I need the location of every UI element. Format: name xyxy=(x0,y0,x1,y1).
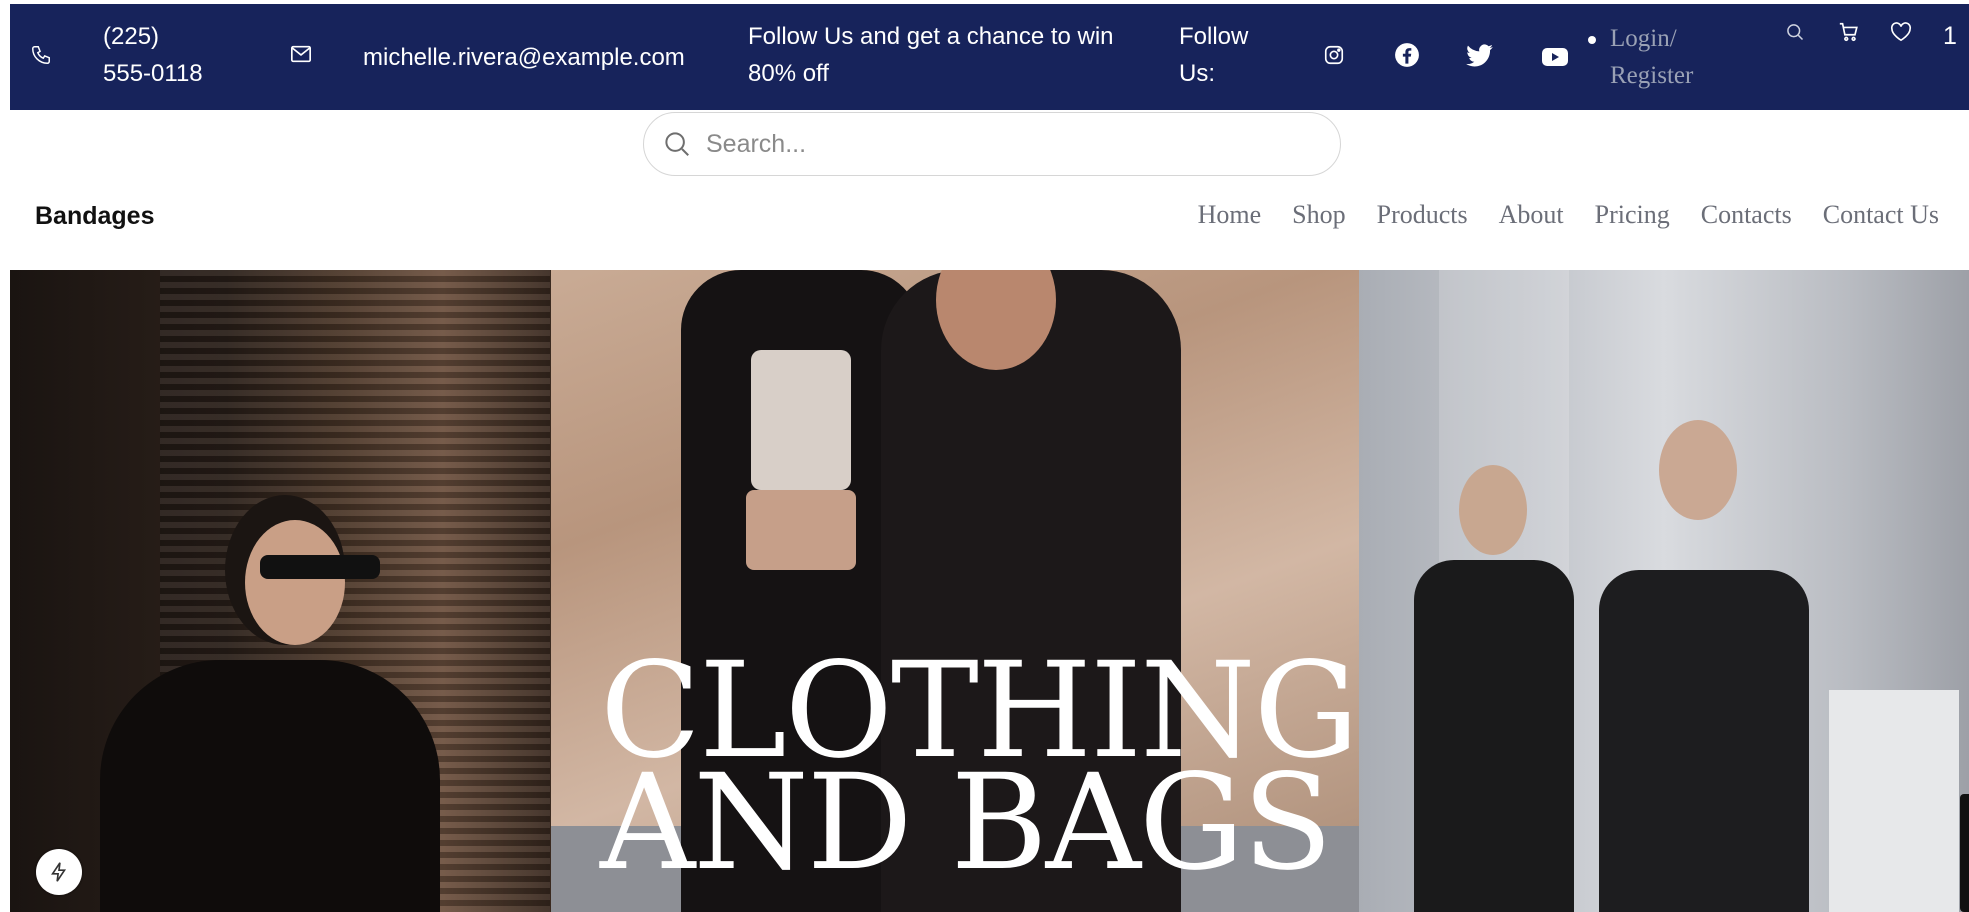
hero-image-right xyxy=(1359,270,1969,912)
phone-number[interactable]: (225) 555-0118 xyxy=(103,18,213,92)
cart-icon[interactable] xyxy=(1838,21,1860,43)
search-icon xyxy=(662,129,692,159)
mail-icon xyxy=(290,44,312,64)
nav-pricing[interactable]: Pricing xyxy=(1595,200,1670,230)
model-right-face xyxy=(1659,420,1737,520)
bullet-icon xyxy=(1588,36,1596,44)
hero-banner: CLOTHING AND BAGS xyxy=(10,270,1969,912)
login-register-label: Login/ Register xyxy=(1610,25,1694,89)
model-waist xyxy=(746,490,856,570)
pedestal xyxy=(1829,690,1959,912)
model-jacket xyxy=(100,660,440,912)
email-address[interactable]: michelle.rivera@example.com xyxy=(363,39,685,76)
heart-icon[interactable] xyxy=(1890,22,1912,42)
search-input[interactable] xyxy=(706,123,1306,165)
hero-image-left xyxy=(10,270,551,912)
side-widget-tab[interactable] xyxy=(1960,794,1969,912)
follow-us-label: Follow Us: xyxy=(1179,23,1249,87)
search-bar xyxy=(643,112,1341,176)
main-nav: Home Shop Products About Pricing Contact… xyxy=(1198,200,1939,230)
instagram-icon[interactable] xyxy=(1323,44,1345,66)
nav-products[interactable]: Products xyxy=(1377,200,1468,230)
hero-title: CLOTHING AND BAGS xyxy=(600,645,1400,900)
model-left-face xyxy=(1459,465,1527,555)
search-icon[interactable] xyxy=(1785,22,1805,42)
nav-contacts[interactable]: Contacts xyxy=(1701,200,1792,230)
phone-icon xyxy=(30,44,52,66)
model-crop-top xyxy=(751,350,851,490)
nav-contact-us[interactable]: Contact Us xyxy=(1823,200,1939,230)
promo-text: Follow Us and get a chance to win 80% of… xyxy=(748,23,1114,87)
twitter-icon[interactable] xyxy=(1466,44,1494,68)
lightning-icon[interactable] xyxy=(36,849,82,895)
model-black-dress xyxy=(1599,570,1809,912)
hero-title-line-2: AND BAGS xyxy=(600,746,1333,900)
model-leather-suit xyxy=(1414,560,1574,912)
brand-logo[interactable]: Bandages xyxy=(35,202,154,231)
nav-about[interactable]: About xyxy=(1499,200,1564,230)
wishlist-count: 1 xyxy=(1943,22,1957,50)
nav-shop[interactable]: Shop xyxy=(1292,200,1345,230)
top-bar: (225) 555-0118 michelle.rivera@example.c… xyxy=(10,4,1969,110)
youtube-icon[interactable] xyxy=(1541,46,1569,68)
sunglasses xyxy=(260,555,380,579)
nav-home[interactable]: Home xyxy=(1198,200,1262,230)
facebook-icon[interactable] xyxy=(1394,42,1420,68)
page: (225) 555-0118 michelle.rivera@example.c… xyxy=(10,4,1969,912)
model-face xyxy=(245,520,345,645)
